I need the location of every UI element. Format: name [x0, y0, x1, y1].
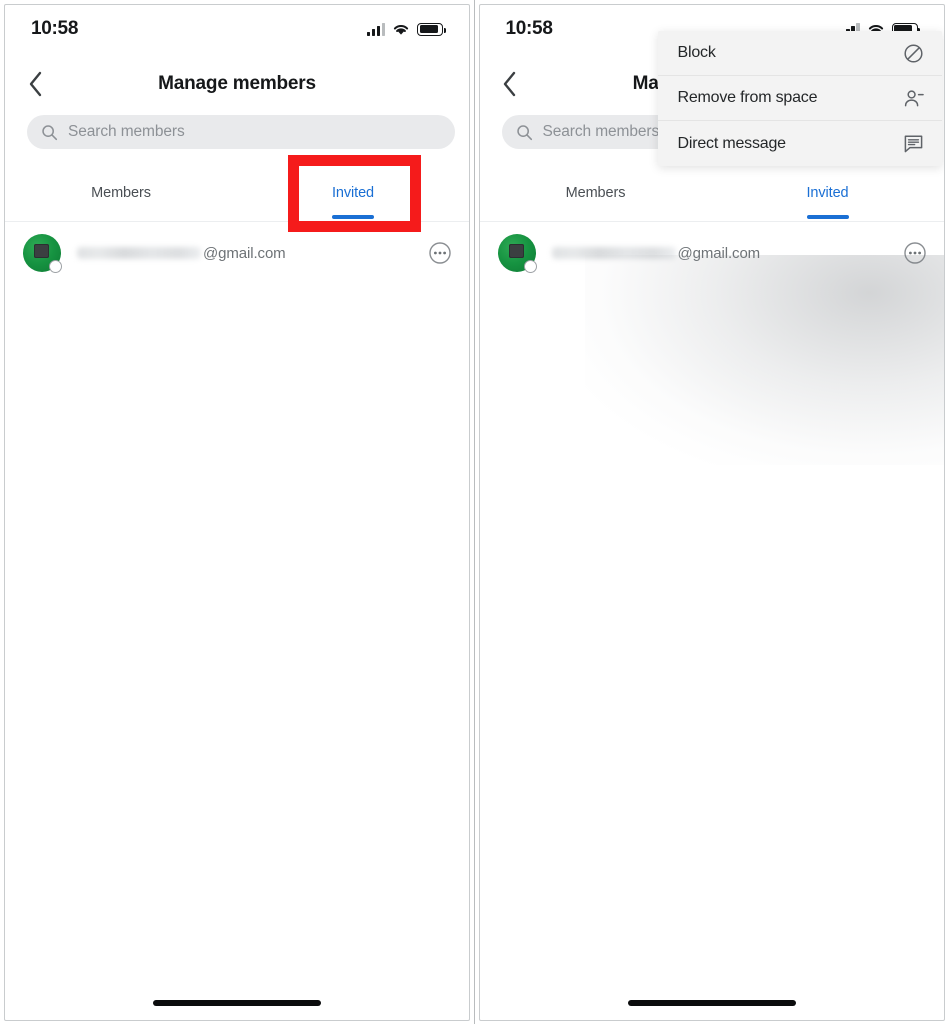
menu-item-remove-label: Remove from space: [677, 89, 818, 106]
status-bar: 10:58: [5, 5, 469, 53]
back-chevron-icon: [503, 71, 516, 97]
list-item[interactable]: @gmail.com: [5, 227, 469, 279]
member-email: @gmail.com: [677, 244, 761, 262]
avatar: [497, 234, 537, 273]
avatar: [23, 234, 62, 273]
menu-item-direct-message-label: Direct message: [677, 134, 787, 152]
tab-members-label: Members: [91, 185, 151, 201]
back-button[interactable]: [492, 66, 528, 102]
back-button[interactable]: [17, 66, 53, 102]
tab-active-underline: [332, 215, 374, 219]
menu-item-block-label: Block: [677, 44, 716, 61]
more-options-icon: [903, 242, 926, 264]
chat-bubble-icon: [903, 133, 924, 154]
search-placeholder: Search members: [542, 123, 660, 140]
menu-item-direct-message[interactable]: Direct message: [657, 121, 942, 166]
right-screen-content: 10:58 Manage mem: [478, 4, 945, 1021]
tab-members-label: Members: [565, 185, 626, 201]
tab-bar: Members Invited: [5, 167, 469, 222]
tab-bar: Members Invited: [479, 167, 944, 222]
wifi-icon: [393, 24, 409, 35]
tab-invited[interactable]: Invited: [237, 167, 469, 221]
person-remove-icon: [903, 88, 924, 109]
presence-status-icon: [523, 260, 537, 273]
avatar-chip-glyph: [508, 244, 524, 258]
home-indicator: [627, 1000, 796, 1006]
status-time: 10:58: [31, 18, 79, 39]
home-indicator: [153, 1000, 321, 1006]
status-icon-group: [366, 22, 446, 36]
tab-invited-label: Invited: [806, 185, 849, 201]
signal-bars-icon: [366, 22, 385, 36]
member-name-redacted: [551, 247, 676, 259]
list-item[interactable]: @gmail.com: [480, 227, 944, 279]
navigation-bar: Manage members: [5, 57, 469, 111]
more-options-button[interactable]: [429, 242, 451, 264]
search-input[interactable]: Search members: [27, 115, 455, 149]
battery-icon: [417, 22, 446, 36]
tab-invited-label: Invited: [331, 185, 375, 201]
search-icon: [42, 124, 58, 140]
left-screen-content: 10:58 Manage members Search members Memb…: [4, 4, 470, 1021]
menu-item-block[interactable]: Block: [657, 31, 942, 76]
left-phone-screen: 10:58 Manage members Search members Memb…: [0, 0, 475, 1024]
member-email: @gmail.com: [203, 244, 286, 262]
more-options-button[interactable]: [903, 242, 926, 264]
menu-item-remove-from-space[interactable]: Remove from space: [657, 76, 942, 121]
context-menu: Block Remove from space Direct message: [657, 31, 942, 166]
block-icon: [903, 43, 924, 64]
dual-screenshot-stage: 10:58 Manage members Search members Memb…: [0, 0, 948, 1024]
member-name-redacted: [77, 247, 201, 259]
tab-active-underline: [806, 215, 849, 219]
context-menu-shadow: [584, 255, 944, 465]
presence-status-icon: [49, 260, 62, 273]
right-phone-screen: 10:58 Manage mem: [474, 0, 948, 1024]
status-time: 10:58: [505, 18, 553, 39]
search-icon: [516, 124, 532, 140]
back-chevron-icon: [29, 71, 41, 97]
tab-members[interactable]: Members: [480, 167, 712, 221]
page-title: Manage members: [158, 73, 316, 94]
more-options-icon: [429, 242, 451, 264]
tab-invited[interactable]: Invited: [712, 167, 944, 221]
tab-members[interactable]: Members: [5, 167, 237, 221]
avatar-chip-glyph: [34, 244, 49, 258]
search-placeholder: Search members: [68, 123, 185, 140]
